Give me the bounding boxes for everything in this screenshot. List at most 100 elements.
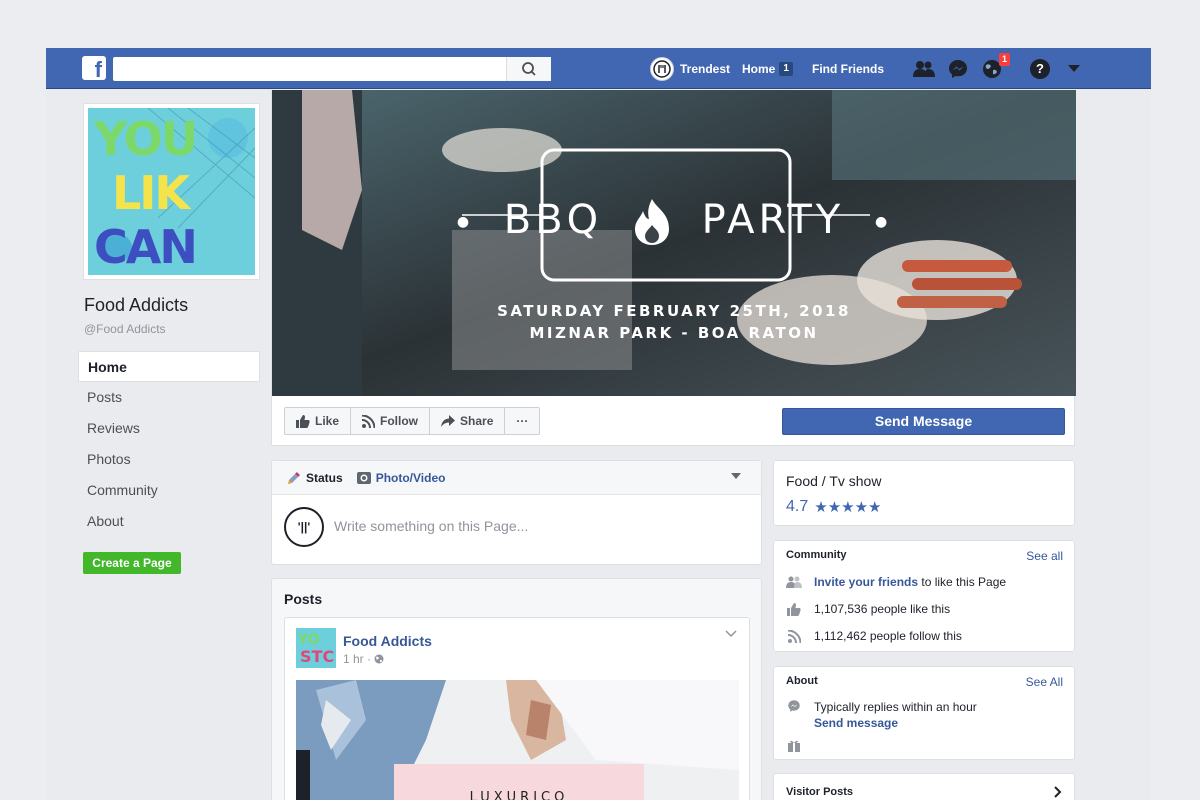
share-label: Share (460, 414, 494, 428)
send-message-button[interactable]: Send Message (782, 408, 1065, 435)
post-author-avatar[interactable]: YO STC (296, 628, 336, 668)
sidebar-item-photos[interactable]: Photos (78, 444, 260, 475)
tab-status[interactable]: Status (287, 471, 343, 485)
globe-icon[interactable]: 1 (980, 52, 1010, 81)
follows-count: 1,112,462 people follow this (814, 629, 962, 643)
thumbs-up-icon (296, 414, 310, 428)
more-label: ··· (516, 414, 529, 428)
search-button[interactable] (506, 57, 551, 81)
like-button[interactable]: Like (285, 408, 352, 434)
response-row: Typically replies within an hour Send me… (786, 699, 977, 731)
create-page-button[interactable]: Create a Page (83, 552, 181, 574)
cover-card: ● BBQ PARTY ● SATURDAY FEBRUARY 25TH, 20… (271, 90, 1076, 446)
posts-section: Posts YO STC Food Addicts 1 hr · LUXURIC… (271, 578, 762, 800)
community-card: Community See all Invite your friends to… (773, 540, 1075, 652)
cover-title: ● BBQ PARTY ● (272, 197, 1076, 247)
svg-text:YO: YO (297, 632, 320, 648)
home-count-badge: 1 (779, 61, 793, 76)
post-card: YO STC Food Addicts 1 hr · LUXURICO (284, 617, 750, 800)
profile-image: YOU LIK CAN (88, 108, 255, 275)
chevron-right-icon[interactable] (1054, 786, 1062, 798)
visitor-posts-card[interactable]: Visitor Posts (773, 773, 1075, 800)
post-image[interactable]: LUXURICO (296, 680, 739, 800)
follows-row: 1,112,462 people follow this (786, 629, 962, 643)
top-nav-bar: f Trendest Home 1 Find Friends 1 ? (46, 48, 1151, 89)
about-see-all-link[interactable]: See All (1026, 675, 1063, 689)
post-image-text: LUXURICO (394, 764, 644, 800)
notifications-count-badge: 1 (999, 52, 1010, 66)
sidebar-item-reviews[interactable]: Reviews (78, 413, 260, 444)
camera-icon (356, 472, 371, 484)
sidebar-item-about[interactable]: About (78, 506, 260, 537)
follow-button[interactable]: Follow (351, 408, 431, 434)
follow-label: Follow (380, 414, 419, 428)
page-action-bar: Like Follow Share ··· (284, 407, 541, 435)
tab-status-label: Status (306, 470, 343, 485)
share-button[interactable]: Share (430, 408, 506, 434)
post-time: 1 hr · (343, 652, 372, 666)
pencil-icon (288, 471, 300, 484)
gift-icon (788, 740, 800, 752)
tab-photo-video-label: Photo/Video (375, 470, 446, 485)
more-options-button[interactable]: ··· (505, 408, 539, 434)
facebook-page-window: f Trendest Home 1 Find Friends 1 ? YOU L… (46, 48, 1151, 800)
nav-find-friends-link[interactable]: Find Friends (812, 48, 884, 89)
nav-profile-link[interactable]: Trendest (650, 48, 730, 89)
sidebar-item-community[interactable]: Community (78, 475, 260, 506)
profile-text-line: YOU (94, 112, 198, 166)
facebook-logo-icon[interactable]: f (82, 56, 106, 80)
likes-count: 1,107,536 people like this (814, 602, 951, 616)
nav-find-friends-label: Find Friends (812, 61, 884, 76)
composer-input[interactable]: Write something on this Page... (334, 518, 528, 534)
profile-text-line: CAN (94, 220, 198, 274)
profile-picture[interactable]: YOU LIK CAN (83, 103, 260, 280)
gift-row (786, 739, 814, 752)
help-glyph: ? (1030, 58, 1050, 79)
nav-home-link[interactable]: Home 1 (742, 48, 793, 89)
posts-heading: Posts (284, 591, 323, 607)
sidebar-item-home[interactable]: Home (78, 351, 260, 382)
category-rating-card: Food / Tv show 4.7 ★★★★★ (773, 460, 1075, 526)
nav-home-label: Home (742, 61, 776, 76)
cover-photo[interactable]: ● BBQ PARTY ● SATURDAY FEBRUARY 25TH, 20… (272, 90, 1076, 396)
composer-tabs: Status Photo/Video (272, 461, 761, 495)
page-category[interactable]: Food / Tv show (786, 473, 881, 489)
likes-row: 1,107,536 people like this (786, 602, 950, 616)
sidebar-item-posts[interactable]: Posts (78, 382, 260, 413)
cover-title-right: PARTY (701, 197, 845, 243)
page-handle[interactable]: @Food Addicts (84, 322, 166, 336)
post-author-name[interactable]: Food Addicts (343, 633, 432, 649)
avatar: '||' (284, 507, 324, 547)
messenger-icon[interactable] (946, 57, 970, 81)
like-label: Like (315, 414, 340, 428)
community-see-all-link[interactable]: See all (1026, 549, 1063, 563)
cover-date: SATURDAY FEBRUARY 25TH, 2018 (497, 302, 851, 320)
rating-value: 4.7 (786, 498, 809, 515)
friends-icon[interactable] (912, 57, 936, 81)
page-nav: Home Posts Reviews Photos Community Abou… (78, 351, 260, 537)
people-icon (786, 576, 802, 588)
invite-row: Invite your friends to like this Page (786, 575, 1006, 589)
search-input[interactable] (113, 57, 551, 81)
post-composer: Status Photo/Video '||' Write something … (271, 460, 762, 565)
profile-text-line: LIK (112, 166, 190, 220)
help-icon[interactable]: ? (1028, 57, 1052, 81)
about-card: About See All Typically replies within a… (773, 666, 1075, 760)
page-rating[interactable]: 4.7 ★★★★★ (786, 498, 882, 516)
rss-icon (362, 414, 376, 428)
invite-friends-link[interactable]: Invite your friends (814, 575, 918, 589)
nav-icon-group: 1 ? (912, 48, 1086, 89)
post-timestamp[interactable]: 1 hr · (343, 652, 384, 666)
rss-icon (787, 629, 801, 643)
chevron-down-icon[interactable] (725, 630, 737, 638)
dropdown-icon[interactable] (1062, 57, 1086, 81)
response-time-text: Typically replies within an hour (814, 700, 977, 714)
about-heading: About (786, 675, 818, 687)
globe-small-icon (374, 654, 384, 664)
page-name[interactable]: Food Addicts (84, 295, 188, 316)
nav-user-name: Trendest (680, 61, 731, 76)
chevron-down-icon[interactable] (731, 473, 741, 479)
send-message-link[interactable]: Send message (814, 715, 977, 731)
tab-photo-video[interactable]: Photo/Video (356, 470, 446, 485)
thumbs-up-icon (787, 602, 801, 616)
